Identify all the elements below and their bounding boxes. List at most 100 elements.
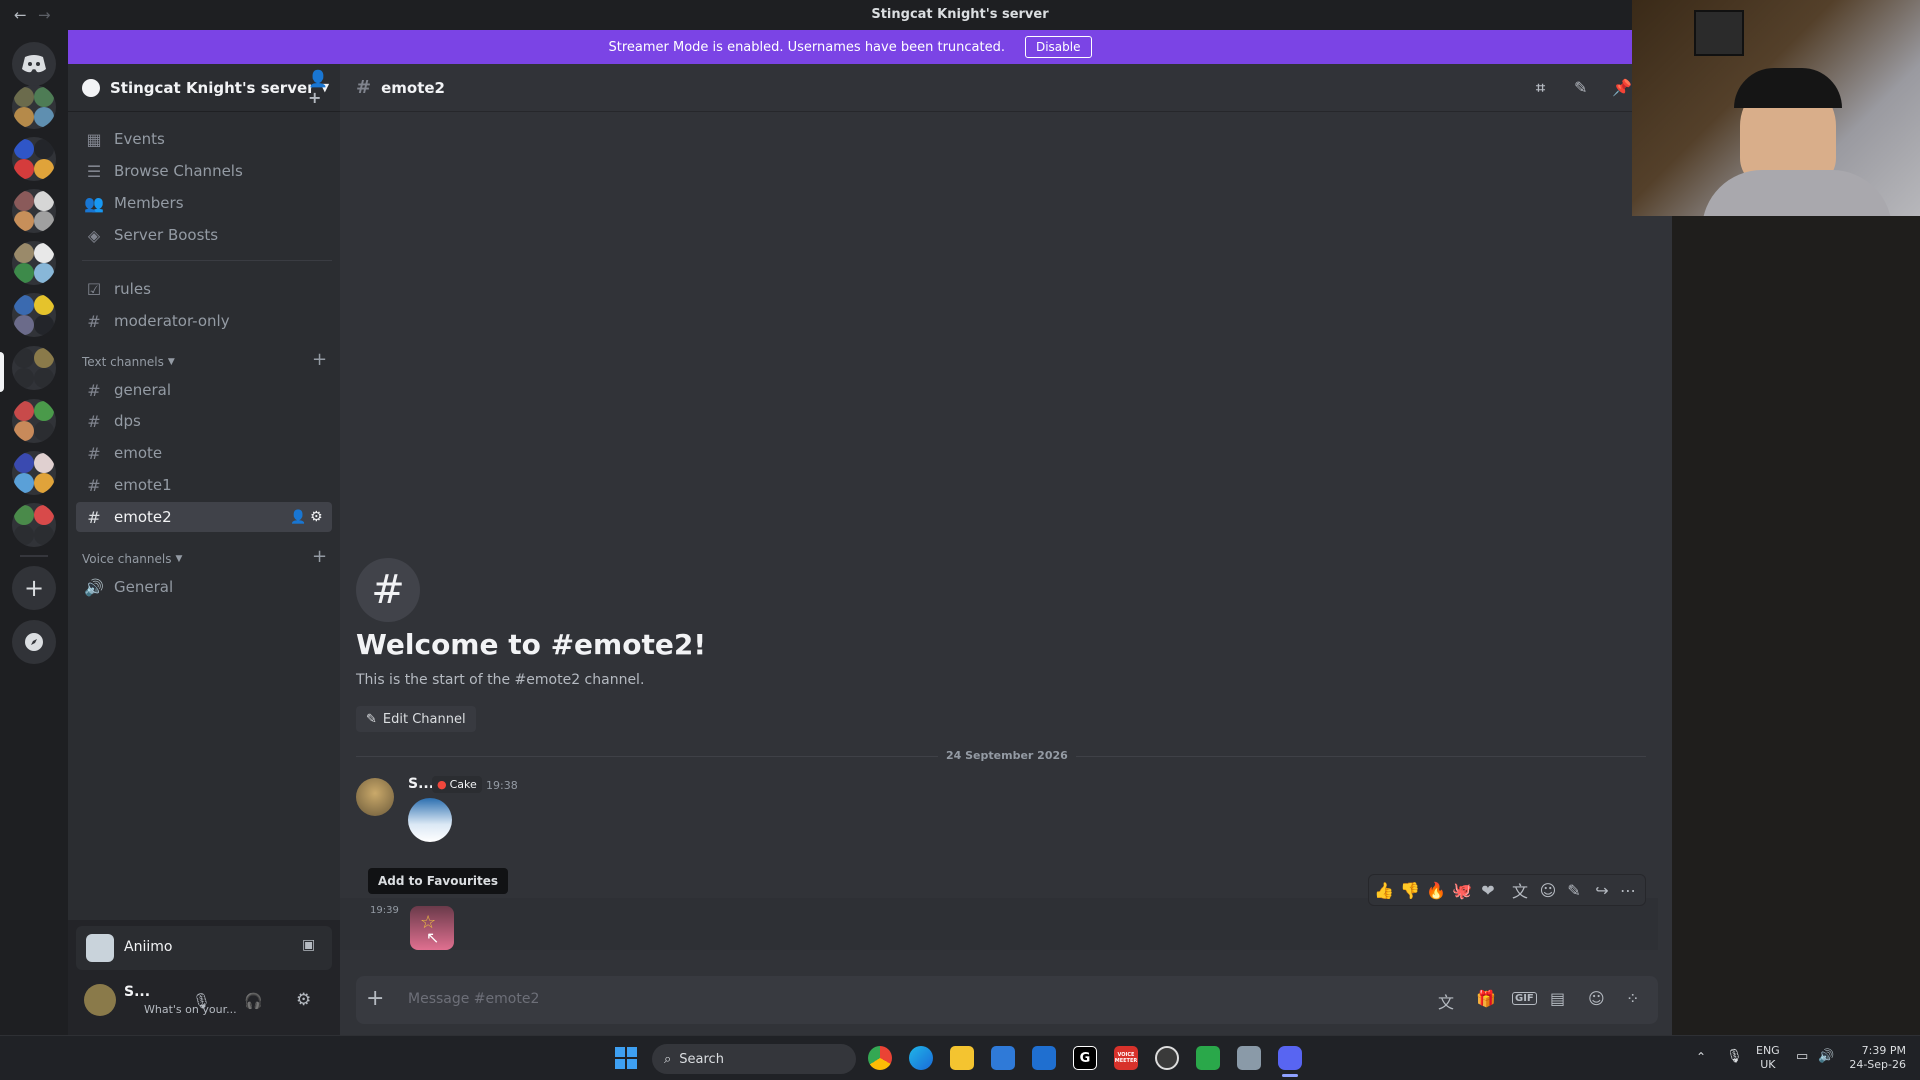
- apps-icon[interactable]: ⁘: [1626, 989, 1639, 1008]
- thumbs-down-reaction-icon[interactable]: 👎: [1398, 878, 1422, 902]
- hash-icon: #: [356, 77, 372, 98]
- notification-bell-muted-icon[interactable]: ✎: [1574, 78, 1587, 97]
- chevron-down-icon: ▼: [175, 554, 183, 564]
- edit-pencil-icon[interactable]: ✎: [1562, 878, 1586, 902]
- search-icon: ⌕: [664, 1051, 672, 1067]
- language-indicator[interactable]: ENG UK: [1756, 1044, 1780, 1072]
- heart-reaction-icon[interactable]: ❤: [1476, 878, 1500, 902]
- hash-icon: #: [87, 507, 101, 527]
- photos-icon[interactable]: [991, 1046, 1015, 1070]
- outlook-icon[interactable]: [1032, 1046, 1056, 1070]
- server-folder-5-icon[interactable]: [12, 293, 56, 337]
- invite-people-icon[interactable]: 👤+: [308, 69, 340, 107]
- pin-icon[interactable]: 📌: [1612, 78, 1632, 97]
- message-avatar[interactable]: [356, 778, 394, 816]
- person-hair: [1734, 68, 1842, 108]
- gif-icon[interactable]: GIF: [1512, 992, 1537, 1005]
- server-folder-8-icon[interactable]: [12, 503, 56, 547]
- server-folder-4-icon[interactable]: [12, 241, 56, 285]
- more-options-icon[interactable]: ⋯: [1616, 878, 1640, 902]
- sidebar-item-events[interactable]: ▦ Events: [76, 124, 332, 154]
- disable-streamer-mode-button[interactable]: Disable: [1024, 36, 1092, 58]
- channel-emote2[interactable]: # emote2 👤 ⚙: [76, 502, 332, 532]
- discover-compass-icon[interactable]: [12, 620, 56, 664]
- add-reaction-icon[interactable]: ☺: [1536, 878, 1560, 902]
- clock[interactable]: 7:39 PM 24-Sep-26: [1846, 1044, 1906, 1072]
- edit-channel-button[interactable]: ✎ Edit Channel: [356, 706, 476, 732]
- network-icon[interactable]: ▭: [1796, 1049, 1808, 1064]
- discord-home-icon[interactable]: [12, 42, 56, 86]
- server-folder-3-icon[interactable]: [12, 189, 56, 233]
- app-window-icon[interactable]: [1237, 1046, 1261, 1070]
- sidebar-item-members[interactable]: 👥 Members: [76, 188, 332, 218]
- user-settings-gear-icon[interactable]: ⚙: [296, 990, 311, 1010]
- thumbs-up-reaction-icon[interactable]: 👍: [1372, 878, 1396, 902]
- server-icon: [82, 78, 100, 97]
- custom-emoji-reaction-icon[interactable]: 🐙: [1450, 878, 1474, 902]
- shark-emote[interactable]: [408, 798, 452, 842]
- hash-icon: #: [87, 443, 101, 463]
- server-folder-7-icon[interactable]: [12, 451, 56, 495]
- chrome-icon[interactable]: [868, 1046, 892, 1070]
- windows-start-icon[interactable]: [614, 1046, 638, 1070]
- stream-background: [1672, 216, 1920, 1035]
- message-input[interactable]: Message #emote2: [408, 991, 539, 1007]
- avatar[interactable]: [84, 984, 116, 1016]
- microphone-icon[interactable]: 🎙: [192, 992, 211, 1010]
- create-voice-channel-icon[interactable]: +: [312, 546, 327, 567]
- forward-icon[interactable]: ↪: [1590, 878, 1614, 902]
- channel-rules[interactable]: ☑ rules: [76, 274, 332, 304]
- create-invite-icon[interactable]: 👤: [290, 510, 306, 525]
- banner-text: Streamer Mode is enabled. Usernames have…: [608, 39, 1005, 55]
- activity-panel[interactable]: Aniimo ▣: [76, 926, 332, 970]
- translate-icon[interactable]: 文: [1508, 878, 1532, 902]
- server-folder-2-icon[interactable]: [12, 137, 56, 181]
- taskbar-search[interactable]: ⌕ Search: [652, 1044, 856, 1074]
- message-author[interactable]: S...: [408, 776, 434, 792]
- add-server-icon[interactable]: +: [12, 566, 56, 610]
- create-text-channel-icon[interactable]: +: [312, 349, 327, 370]
- discord-taskbar-icon[interactable]: [1278, 1046, 1302, 1070]
- obs-icon[interactable]: [1155, 1046, 1179, 1070]
- chevron-down-icon: ▼: [167, 357, 175, 367]
- server-folder-active-icon[interactable]: [12, 346, 56, 390]
- headphones-icon[interactable]: 🎧: [244, 992, 263, 1010]
- g-app-icon[interactable]: G: [1073, 1046, 1097, 1070]
- sticker-icon[interactable]: ▤: [1550, 989, 1565, 1008]
- voice-channel-general[interactable]: 🔊 General: [76, 572, 332, 602]
- user-name: S...: [124, 984, 151, 1000]
- sidebar-item-server-boosts[interactable]: ◈ Server Boosts: [76, 220, 332, 250]
- file-explorer-icon[interactable]: [950, 1046, 974, 1070]
- edge-icon[interactable]: [909, 1046, 933, 1070]
- server-list: +: [0, 30, 68, 1035]
- threads-icon[interactable]: ⌗: [1536, 78, 1545, 98]
- screen-share-icon[interactable]: ▣: [302, 937, 315, 953]
- sheets-icon[interactable]: [1196, 1046, 1220, 1070]
- mouse-cursor-icon: ↖: [426, 928, 440, 947]
- server-folder-1-icon[interactable]: [12, 85, 56, 129]
- channel-moderator-only[interactable]: # moderator-only: [76, 306, 332, 336]
- channel-dps[interactable]: # dps: [76, 406, 332, 436]
- category-voice-channels[interactable]: Voice channels ▼: [82, 552, 182, 566]
- channel-emote1[interactable]: # emote1: [76, 470, 332, 500]
- gift-icon[interactable]: 🎁: [1476, 989, 1496, 1008]
- channel-emote[interactable]: # emote: [76, 438, 332, 468]
- category-text-channels[interactable]: Text channels ▼: [82, 355, 175, 369]
- voicemeeter-icon[interactable]: VOICE MEETER: [1114, 1046, 1138, 1070]
- volume-icon[interactable]: 🔊: [1818, 1049, 1834, 1064]
- sidebar-item-browse-channels[interactable]: ☰ Browse Channels: [76, 156, 332, 186]
- upload-plus-icon[interactable]: +: [366, 986, 384, 1011]
- channel-general[interactable]: # general: [76, 375, 332, 405]
- server-header[interactable]: Stingcat Knight's server ▼ 👤+: [68, 64, 340, 112]
- rules-icon: ☑: [86, 279, 102, 299]
- fire-reaction-icon[interactable]: 🔥: [1424, 878, 1448, 902]
- server-rail-divider: [20, 555, 48, 557]
- server-folder-6-icon[interactable]: [12, 399, 56, 443]
- gear-icon[interactable]: ⚙: [310, 509, 323, 525]
- tray-microphone-icon[interactable]: 🎙: [1726, 1049, 1743, 1064]
- members-icon: 👥: [84, 193, 104, 213]
- calendar-icon: ▦: [86, 129, 102, 149]
- translate-icon[interactable]: 文: [1438, 989, 1454, 1013]
- emoji-icon[interactable]: ☺: [1588, 989, 1605, 1008]
- tray-overflow-icon[interactable]: ⌃: [1696, 1050, 1706, 1064]
